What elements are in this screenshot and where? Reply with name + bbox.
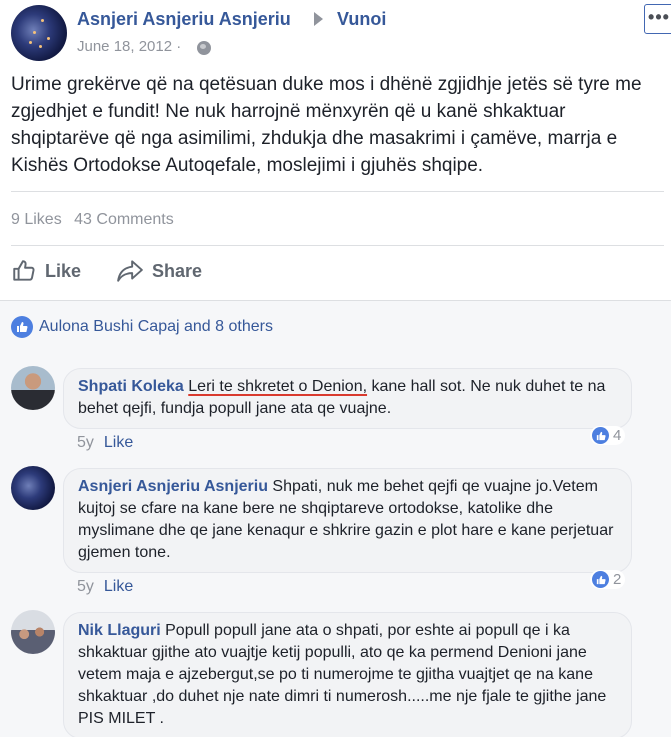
comment-bubble: Nik Llaguri Popull popull jane ata o shp… bbox=[63, 612, 632, 737]
avatar[interactable] bbox=[11, 610, 55, 654]
share-button[interactable]: Share bbox=[116, 258, 202, 284]
divider bbox=[11, 245, 664, 246]
more-options-button[interactable]: ••• bbox=[644, 4, 671, 34]
comment-author-link[interactable]: Shpati Koleka bbox=[78, 378, 184, 395]
comment-meta: 5y Like bbox=[77, 434, 133, 452]
divider bbox=[11, 191, 664, 192]
reactions-summary[interactable]: Aulona Bushi Capaj and 8 others bbox=[11, 316, 273, 338]
globe-icon bbox=[197, 41, 211, 55]
comments-count[interactable]: 43 Comments bbox=[74, 211, 174, 228]
comment-bubble: Asnjeri Asnjeriu Asnjeriu Shpati, nuk me… bbox=[63, 468, 632, 573]
avatar[interactable] bbox=[11, 366, 55, 410]
comment-like-link[interactable]: Like bbox=[104, 434, 133, 451]
share-arrow-icon bbox=[117, 260, 143, 282]
post-header: Asnjeri Asnjeriu Asnjeriu Vunoi June 18,… bbox=[0, 0, 671, 70]
comment-age[interactable]: 5y bbox=[77, 434, 94, 451]
reactions-summary-text: Aulona Bushi Capaj and 8 others bbox=[39, 318, 273, 335]
reaction-count: 4 bbox=[613, 427, 622, 444]
author-avatar[interactable] bbox=[11, 5, 67, 61]
comment-author-link[interactable]: Asnjeri Asnjeriu Asnjeriu bbox=[78, 478, 268, 495]
post-date[interactable]: June 18, 2012 · bbox=[77, 38, 181, 55]
share-button-label: Share bbox=[152, 260, 203, 281]
post-text: Urime grekërve që na qetësuan duke mos i… bbox=[11, 74, 642, 176]
likes-count[interactable]: 9 Likes bbox=[11, 211, 62, 228]
avatar[interactable] bbox=[11, 466, 55, 510]
post-target-link[interactable]: Vunoi bbox=[337, 9, 386, 30]
comment-reactions[interactable]: 4 bbox=[590, 426, 626, 445]
post-stats: 9 Likes 43 Comments bbox=[11, 211, 174, 229]
like-badge-icon bbox=[592, 427, 609, 444]
comment-bubble: Shpati Koleka Leri te shkretet o Denion,… bbox=[63, 368, 632, 429]
like-button[interactable]: Like bbox=[11, 258, 81, 284]
comment-highlight: Leri te shkretet o Denion, bbox=[188, 378, 368, 395]
comment-reactions[interactable]: 2 bbox=[590, 570, 626, 589]
reaction-count: 2 bbox=[613, 571, 622, 588]
like-badge-icon bbox=[592, 571, 609, 588]
like-button-label: Like bbox=[45, 260, 82, 281]
arrow-right-icon bbox=[314, 12, 323, 26]
like-badge-icon bbox=[11, 316, 33, 338]
comment-like-link[interactable]: Like bbox=[104, 578, 133, 595]
comment-author-link[interactable]: Nik Llaguri bbox=[78, 622, 161, 639]
thumbs-up-icon bbox=[13, 260, 35, 281]
comment-age[interactable]: 5y bbox=[77, 578, 94, 595]
post-author-link[interactable]: Asnjeri Asnjeriu Asnjeriu bbox=[77, 9, 291, 30]
comment-meta: 5y Like bbox=[77, 578, 133, 596]
